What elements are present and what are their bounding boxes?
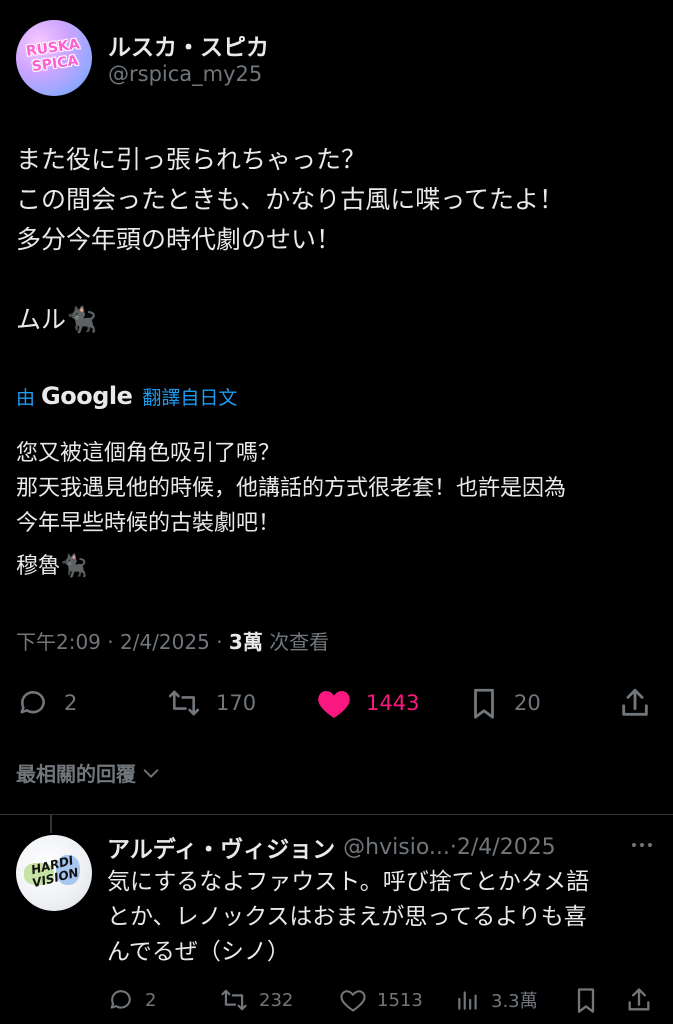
reply-views-button[interactable]: 3.3萬 (455, 983, 538, 1017)
meta-separator: · (216, 630, 223, 654)
reply-icon (20, 691, 45, 714)
repost-icon (168, 690, 200, 716)
reply-count: 2 (64, 691, 78, 715)
translation-line: 那天我遇見他的時候，他講話的方式很老套！也許是因為 (16, 476, 567, 501)
bookmark-icon (474, 688, 494, 719)
translation-line: 您又被這個角色吸引了嗎？ (16, 441, 281, 466)
tweet-header: RUSKA SPICA ルスカ・スピカ @rspica_my25 (16, 20, 656, 100)
thread-line (50, 815, 52, 833)
heart-icon (340, 990, 366, 1012)
google-logo: Google (41, 382, 133, 410)
reply-sort-dropdown[interactable]: 最相關的回覆 (16, 758, 162, 787)
bookmark-icon (577, 988, 595, 1013)
tweet-time[interactable]: 下午2:09 (16, 630, 101, 654)
author-handle[interactable]: @rspica_my25 (108, 62, 262, 86)
repost-button[interactable]: 170 (166, 680, 256, 726)
reply-header: アルディ・ヴィジョン @hvisio... · 2/4/2025 (107, 830, 657, 864)
author-avatar[interactable]: RUSKA SPICA (16, 20, 92, 96)
author-display-name[interactable]: ルスカ・スピカ (108, 28, 269, 62)
reply-bookmark-button[interactable] (573, 983, 599, 1017)
translated-from-label[interactable]: 翻譯自日文 (142, 383, 237, 410)
reply-author-avatar[interactable]: HARDI VISION (16, 835, 92, 911)
more-dots-icon (632, 843, 652, 847)
translation-line: 穆魯🐈‍⬛ (16, 554, 88, 579)
reply-line: とか、レノックスはおまえが思ってるよりも喜 (107, 904, 587, 930)
tweet-line-spacer (16, 260, 666, 300)
reply-sort-label: 最相關的回覆 (16, 762, 136, 786)
translation-line: 今年早些時候的古裝劇吧！ (16, 511, 281, 536)
reply-icon (110, 990, 131, 1009)
reply-tweet[interactable]: HARDI VISION アルディ・ヴィジョン @hvisio... · 2/4… (0, 815, 673, 1024)
tweet-line: この間会ったときも、かなり古風に喋ってたよ！ (16, 185, 565, 214)
like-button[interactable]: 1443 (316, 680, 419, 726)
like-count: 1443 (366, 691, 420, 715)
reply-button[interactable]: 2 (16, 680, 77, 726)
share-icon (622, 688, 648, 716)
heart-filled-icon (318, 691, 350, 718)
reply-like-button[interactable]: 1513 (339, 983, 423, 1017)
repost-count: 170 (216, 691, 257, 715)
avatar-logo: HARDI VISION (29, 853, 80, 891)
translated-text: 您又被這個角色吸引了嗎？ 那天我遇見他的時候，他講話的方式很老套！也許是因為 今… (16, 436, 666, 584)
tweet-text: また役に引っ張られちゃった？ この間会ったときも、かなり古風に喋ってたよ！ 多分… (16, 140, 666, 340)
meta-separator: · (107, 630, 114, 654)
reply-date[interactable]: 2/4/2025 (457, 835, 556, 860)
tweet-line: ムル🐈‍⬛ (16, 305, 98, 334)
reply-like-count: 1513 (377, 989, 423, 1011)
reply-views-count: 3.3萬 (491, 991, 538, 1012)
reply-text: 気にするなよファウスト。呼び捨てとかタメ語 とか、レノックスはおまえが思ってるよ… (107, 865, 657, 970)
reply-line: んでるぜ（シノ） (107, 939, 290, 965)
bookmark-button[interactable]: 20 (468, 680, 541, 726)
reply-actions: 2 232 1513 3.3萬 (107, 983, 657, 1017)
analytics-icon (458, 991, 477, 1010)
translated-by-label: 由 (16, 386, 36, 409)
reply-share-button[interactable] (625, 983, 653, 1017)
chevron-down-icon (143, 768, 159, 778)
reply-separator: · (449, 834, 457, 860)
tweet-actions: 2 170 1443 20 (16, 680, 656, 726)
translation-attribution[interactable]: 由 Google 翻譯自日文 (16, 378, 237, 414)
tweet-line: 多分今年頭の時代劇のせい！ (16, 225, 342, 254)
reply-line: 気にするなよファウスト。呼び捨てとかタメ語 (107, 869, 590, 895)
reply-reply-button[interactable]: 2 (107, 983, 156, 1017)
share-icon (628, 988, 650, 1011)
reply-author-display-name[interactable]: アルディ・ヴィジョン (107, 830, 335, 864)
reply-repost-button[interactable]: 232 (219, 983, 293, 1017)
more-options-button[interactable] (627, 833, 657, 857)
reply-repost-count: 232 (259, 989, 294, 1011)
bookmark-count: 20 (514, 691, 541, 715)
views-label: 次查看 (269, 630, 330, 654)
repost-icon (221, 989, 247, 1011)
share-button[interactable] (618, 680, 652, 726)
tweet-date[interactable]: 2/4/2025 (120, 630, 210, 654)
translation-gap (16, 541, 666, 549)
reply-author-handle[interactable]: @hvisio... (343, 835, 450, 860)
reply-reply-count: 2 (145, 989, 157, 1011)
tweet-meta: 下午2:09 · 2/4/2025 · 3萬 次查看 (16, 626, 329, 655)
views-count: 3萬 (228, 630, 263, 654)
tweet-line: また役に引っ張られちゃった？ (16, 145, 367, 174)
avatar-logo: RUSKA SPICA (25, 36, 81, 76)
